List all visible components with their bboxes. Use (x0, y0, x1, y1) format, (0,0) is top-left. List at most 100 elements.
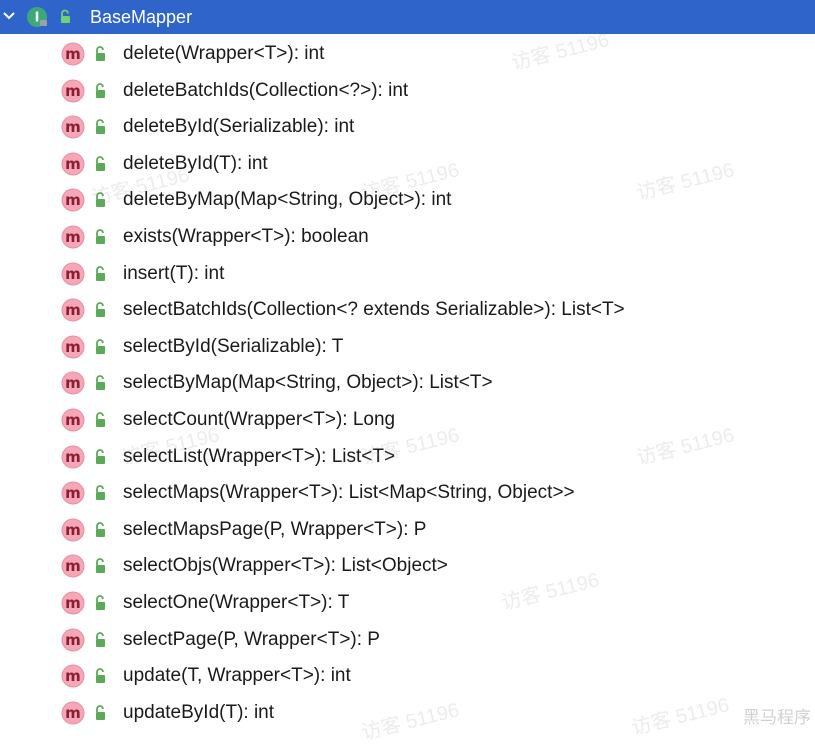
public-lock-icon (96, 155, 105, 171)
method-icon-letter: m (65, 594, 81, 612)
corner-watermark: 黑马程序 (743, 708, 811, 727)
public-lock-icon (96, 229, 105, 244)
method-signature: deleteById(T): int (123, 152, 268, 174)
method-icon-letter: m (65, 265, 81, 283)
method-signature: exists(Wrapper<T>): boolean (123, 226, 369, 247)
method-item[interactable]: m exists(Wrapper<T>): boolean (0, 219, 815, 255)
class-name: BaseMapper (90, 7, 193, 27)
interface-icon: I (27, 7, 47, 27)
public-lock-icon (96, 448, 105, 464)
public-lock-icon (96, 595, 105, 610)
method-signature: selectList(Wrapper<T>): List<T> (123, 445, 396, 467)
method-item[interactable]: m selectList(Wrapper<T>): List<T> (0, 439, 815, 475)
method-icon: m (61, 115, 85, 139)
public-lock-icon (96, 192, 105, 208)
method-signature: updateById(T): int (123, 701, 275, 723)
method-item[interactable]: m updateById(T): int (0, 695, 815, 731)
method-icon: m (61, 701, 85, 725)
method-item[interactable]: m selectOne(Wrapper<T>): T (0, 585, 815, 621)
method-item[interactable]: m deleteById(Serializable): int (0, 109, 815, 145)
method-icon: m (61, 554, 85, 578)
method-signature: deleteByMap(Map<String, Object>): int (123, 189, 452, 211)
method-item[interactable]: m selectObjs(Wrapper<T>): List<Object> (0, 548, 815, 584)
method-item[interactable]: m delete(Wrapper<T>): int (0, 36, 815, 72)
method-signature: selectPage(P, Wrapper<T>): P (123, 628, 380, 650)
public-lock-icon (96, 338, 105, 354)
method-item[interactable]: m selectByMap(Map<String, Object>): List<… (0, 365, 815, 401)
public-lock-icon (96, 558, 105, 574)
public-lock-icon (96, 82, 105, 98)
method-icon-letter: m (65, 521, 81, 539)
method-icon-letter: m (65, 484, 81, 502)
method-item[interactable]: m insert(T): int (0, 256, 815, 292)
method-icon-letter: m (65, 228, 81, 246)
method-item[interactable]: m selectCount(Wrapper<T>): Long (0, 402, 815, 438)
method-icon: m (61, 335, 85, 359)
interface-letter: I (35, 11, 40, 26)
method-signature: selectMaps(Wrapper<T>): List<Map<String,… (123, 482, 575, 504)
method-icon: m (61, 152, 85, 176)
method-icon-letter: m (65, 155, 81, 173)
method-signature: deleteBatchIds(Collection<?>): int (123, 79, 409, 101)
tree-node-basemapper[interactable]: I BaseMapper (0, 0, 815, 34)
method-icon: m (61, 628, 85, 652)
public-lock-icon (96, 302, 105, 318)
public-lock-icon (96, 521, 105, 537)
public-lock-icon (96, 265, 105, 281)
method-signature: selectMapsPage(P, Wrapper<T>): P (123, 518, 427, 540)
public-lock-icon (96, 412, 105, 427)
method-icon: m (61, 188, 85, 212)
method-item[interactable]: m deleteById(T): int (0, 146, 815, 182)
method-icon: m (61, 298, 85, 322)
method-signature: selectObjs(Wrapper<T>): List<Object> (123, 555, 448, 577)
method-icon: m (61, 371, 85, 395)
public-lock-icon (96, 375, 105, 391)
method-icon-letter: m (65, 82, 81, 100)
method-icon-letter: m (65, 118, 81, 136)
method-signature: insert(T): int (123, 262, 225, 284)
method-icon-letter: m (65, 191, 81, 209)
method-item[interactable]: m selectBatchIds(Collection<? extends Ser… (0, 292, 815, 328)
method-icon: m (61, 408, 85, 432)
public-lock-icon (96, 46, 105, 61)
method-item[interactable]: m selectMaps(Wrapper<T>): List<Map<String… (0, 475, 815, 511)
method-icon: m (61, 481, 85, 505)
public-lock-icon (96, 631, 105, 647)
method-item[interactable]: m selectMapsPage(P, Wrapper<T>): P (0, 512, 815, 548)
public-lock-icon (96, 485, 105, 501)
method-signature: selectOne(Wrapper<T>): T (123, 592, 350, 613)
method-icon-letter: m (65, 45, 81, 63)
method-signature: deleteById(Serializable): int (123, 116, 355, 138)
method-item[interactable]: m selectById(Serializable): T (0, 329, 815, 365)
method-item[interactable]: m selectPage(P, Wrapper<T>): P (0, 622, 815, 658)
method-icon-letter: m (65, 411, 81, 429)
method-icon: m (61, 591, 85, 615)
method-signature: update(T, Wrapper<T>): int (123, 665, 351, 687)
method-icon: m (61, 42, 85, 66)
method-signature: selectBatchIds(Collection<? extends Seri… (123, 299, 625, 321)
method-signature: selectByMap(Map<String, Object>): List<T… (123, 372, 493, 394)
method-icon-letter: m (65, 667, 81, 685)
method-icon-letter: m (65, 374, 81, 392)
method-icon-letter: m (65, 448, 81, 466)
method-icon: m (61, 79, 85, 103)
public-lock-icon (96, 704, 105, 720)
method-item[interactable]: m deleteByMap(Map<String, Object>): int (0, 182, 815, 218)
method-icon-letter: m (65, 338, 81, 356)
method-icon: m (61, 518, 85, 542)
method-icon-letter: m (65, 301, 81, 319)
method-signature: selectCount(Wrapper<T>): Long (123, 409, 396, 430)
method-item[interactable]: m update(T, Wrapper<T>): int (0, 658, 815, 694)
public-lock-icon (96, 668, 105, 684)
method-icon-letter: m (65, 631, 81, 649)
method-icon: m (61, 262, 85, 286)
method-signature: selectById(Serializable): T (123, 335, 344, 357)
method-item[interactable]: m deleteBatchIds(Collection<?>): int (0, 73, 815, 109)
public-lock-icon (61, 9, 70, 23)
method-icon: m (61, 445, 85, 469)
method-icon: m (61, 225, 85, 249)
chevron-down-icon[interactable] (2, 8, 16, 22)
public-lock-icon (96, 119, 105, 135)
method-signature: delete(Wrapper<T>): int (123, 43, 325, 64)
method-icon: m (61, 664, 85, 688)
